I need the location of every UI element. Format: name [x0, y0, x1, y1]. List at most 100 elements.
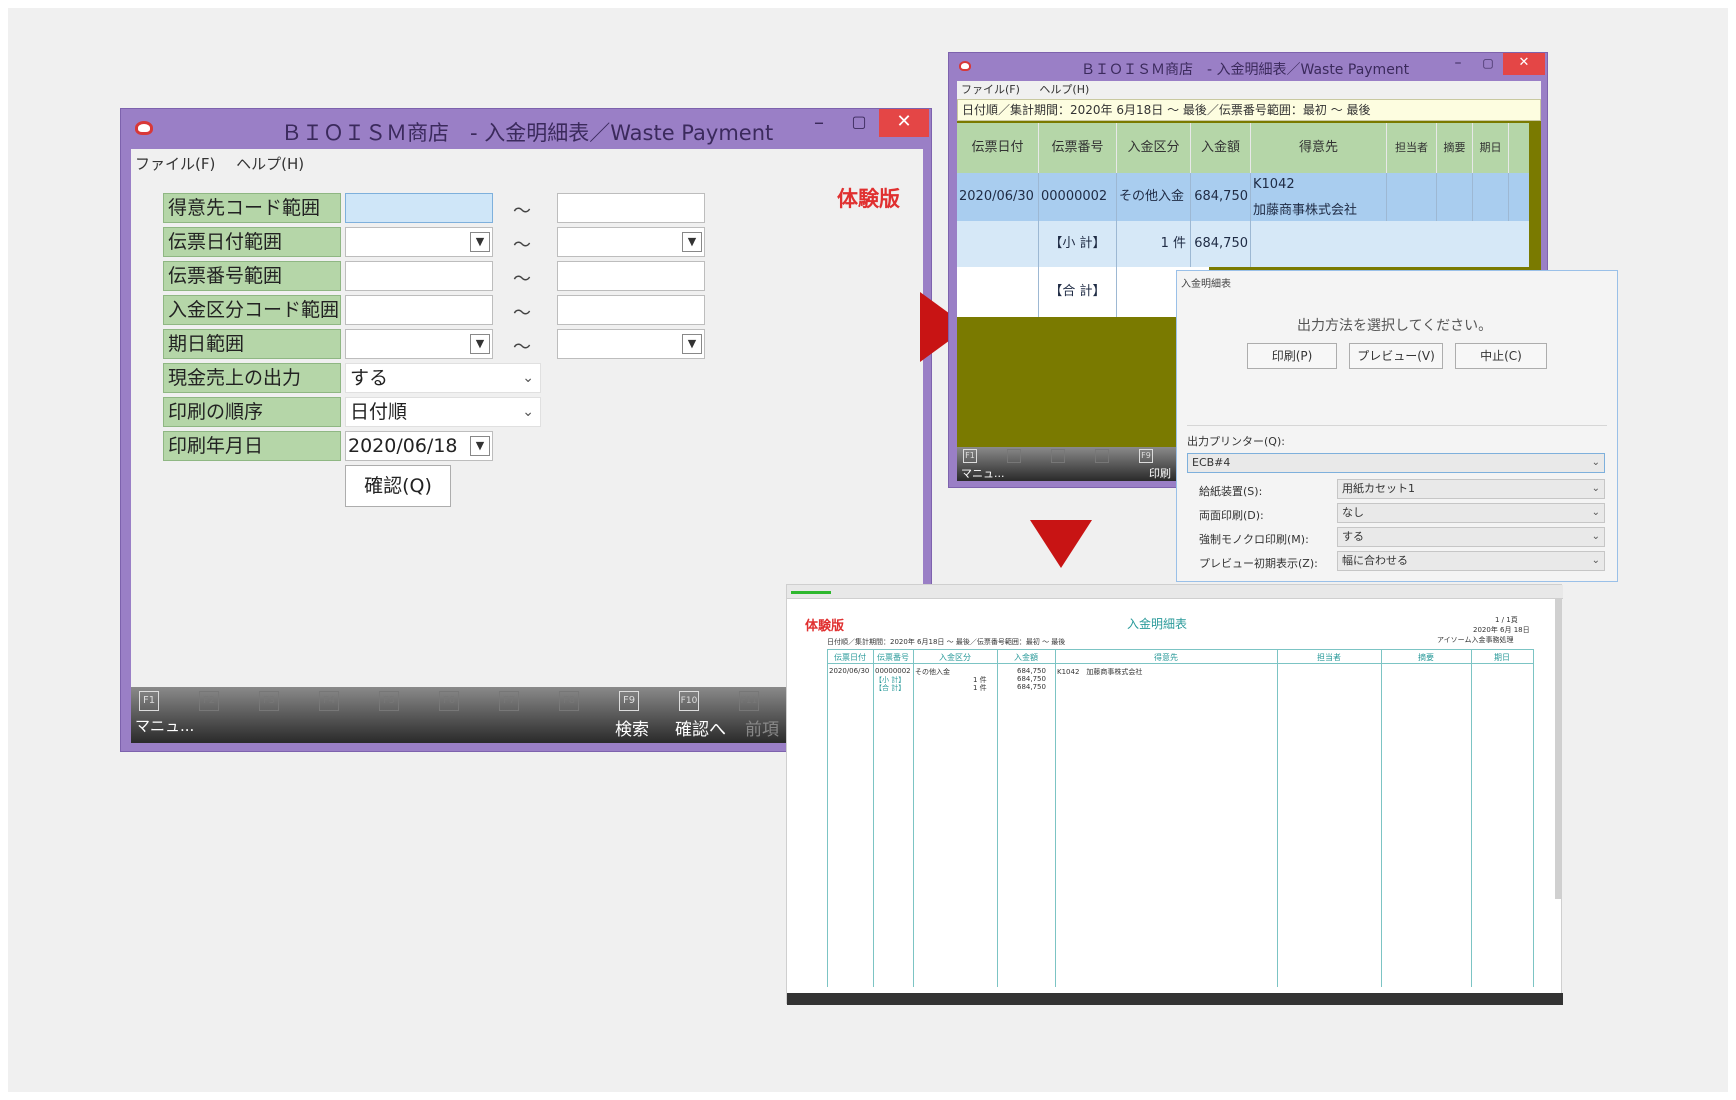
report-col-line [1533, 649, 1534, 987]
col-header-customer[interactable]: 得意先 [1251, 123, 1387, 173]
customer-code-to-input[interactable] [557, 193, 705, 223]
report-condition: 日付順／集計期間：2020年 6月18日 ～ 最後／伝票番号範囲：最初 ～ 最後 [827, 638, 1066, 646]
print-date-input[interactable]: 2020/06/18 ▼ [345, 431, 493, 461]
f9-key[interactable]: F9 [619, 691, 639, 711]
paper-source-select[interactable]: 用紙カセット1 ⌄ [1337, 479, 1605, 499]
f9-caption-print[interactable]: 印刷 [1149, 465, 1171, 481]
slip-date-to-input[interactable]: ▼ [557, 227, 705, 257]
minimize-button[interactable]: – [1443, 53, 1473, 75]
preview-zoom-select[interactable]: 幅に合わせる ⌄ [1337, 551, 1605, 571]
f7-key[interactable]: F7 [499, 691, 519, 711]
chevron-down-icon: ⌄ [522, 370, 534, 386]
due-date-to-input[interactable]: ▼ [557, 329, 705, 359]
f2-key[interactable]: F2 [199, 691, 219, 711]
chevron-down-icon[interactable]: ▼ [470, 334, 490, 354]
col-header-payment-category[interactable]: 入金区分 [1117, 123, 1191, 173]
payment-category-from-input[interactable] [345, 295, 493, 325]
cell-due-date [1473, 173, 1509, 221]
f11-key[interactable]: F11 [739, 691, 759, 711]
close-button[interactable]: ✕ [1503, 53, 1545, 75]
f5-key[interactable]: F5 [379, 691, 399, 711]
col-header-slip-date[interactable]: 伝票日付 [957, 123, 1039, 173]
minimize-button[interactable]: – [799, 109, 839, 137]
col-header-slip-number[interactable]: 伝票番号 [1039, 123, 1117, 173]
f10-key[interactable]: F10 [679, 691, 699, 711]
cash-sales-output-select[interactable]: する ⌄ [345, 363, 541, 393]
col-header-memo[interactable]: 摘要 [1437, 123, 1473, 173]
label-print-order: 印刷の順序 [163, 397, 341, 427]
f11-caption-previous[interactable]: 前項 [745, 715, 779, 740]
f1-key[interactable]: F1 [963, 449, 977, 463]
chevron-down-icon[interactable]: ▼ [682, 334, 702, 354]
report-title: 入金明細表 [1127, 617, 1188, 631]
col-header-amount[interactable]: 入金額 [1191, 123, 1251, 173]
chevron-down-icon: ⌄ [1591, 531, 1600, 542]
customer-code-from-input[interactable] [345, 193, 493, 223]
f8-key[interactable]: F8 [559, 691, 579, 711]
print-order-select[interactable]: 日付順 ⌄ [345, 397, 541, 427]
report-col-line [1277, 649, 1278, 987]
duplex-select[interactable]: なし ⌄ [1337, 503, 1605, 523]
col-header-due-date[interactable]: 期日 [1473, 123, 1509, 173]
menu-file[interactable]: ファイル(F) [961, 83, 1020, 96]
chevron-down-icon[interactable]: ▼ [682, 232, 702, 252]
cell-slip-date: 2020/06/30 [957, 173, 1039, 221]
table-row[interactable]: 【小 計】 1 件 684,750 [957, 221, 1529, 267]
cell-payment-category: その他入金 [1117, 173, 1191, 221]
chevron-down-icon: ⌄ [1591, 507, 1600, 518]
chevron-down-icon[interactable]: ▼ [470, 436, 490, 456]
report-col-line [827, 649, 828, 987]
due-date-from-input[interactable]: ▼ [345, 329, 493, 359]
chevron-down-icon: ⌄ [1591, 483, 1600, 494]
chevron-down-icon: ⌄ [522, 404, 534, 420]
report-company: アイソーム入金事務処理 [1437, 636, 1514, 644]
report-col-due-date: 期日 [1494, 653, 1510, 662]
menu-help[interactable]: ヘルプ(H) [236, 155, 304, 173]
confirm-button[interactable]: 確認(Q) [345, 465, 451, 507]
menu-help[interactable]: ヘルプ(H) [1039, 83, 1089, 96]
label-payment-category-range: 入金区分コード範囲 [163, 295, 341, 325]
f9-caption-search[interactable]: 検索 [615, 715, 649, 740]
f1-caption[interactable]: マニュ... [135, 715, 194, 736]
cancel-button[interactable]: 中止(C) [1455, 343, 1547, 369]
f3-key[interactable]: F3 [259, 691, 279, 711]
grid-window-titlebar[interactable]: ＢＩＯＩＳＭ商店 - 入金明細表／Waste Payment – ▢ ✕ [949, 53, 1547, 81]
col-header-staff[interactable]: 担当者 [1387, 123, 1437, 173]
slip-number-from-input[interactable] [345, 261, 493, 291]
report-col-line [1381, 649, 1382, 987]
report-row-number: 00000002 [875, 667, 911, 675]
report-col-line [1055, 649, 1056, 987]
menu-file[interactable]: ファイル(F) [135, 155, 215, 173]
maximize-button[interactable]: ▢ [839, 109, 879, 137]
confirm-button-label: 確認(Q) [364, 475, 432, 497]
label-slip-date-range: 伝票日付範囲 [163, 227, 341, 257]
f9-key[interactable]: F9 [1139, 449, 1153, 463]
slip-date-from-input[interactable]: ▼ [345, 227, 493, 257]
f1-key[interactable]: F1 [139, 691, 159, 711]
slip-number-to-input[interactable] [557, 261, 705, 291]
print-order-value: 日付順 [350, 401, 408, 423]
report-col-memo: 摘要 [1418, 653, 1434, 662]
cash-sales-output-value: する [350, 367, 389, 389]
printer-select[interactable]: ECB#4 ⌄ [1187, 453, 1605, 473]
report-page: 1 / 1頁 [1495, 616, 1518, 624]
f1-caption[interactable]: マニュ... [961, 465, 1005, 481]
f6-key[interactable]: F6 [439, 691, 459, 711]
report-col-line [1471, 649, 1472, 987]
preview-button[interactable]: プレビュー(V) [1349, 343, 1443, 369]
f10-caption-to-confirm[interactable]: 確認へ [675, 715, 726, 740]
print-dialog: 入金明細表 出力方法を選択してください。 印刷(P) プレビュー(V) 中止(C… [1176, 270, 1618, 582]
table-row[interactable]: 2020/06/30 00000002 その他入金 684,750 K1042 … [957, 173, 1529, 221]
search-window-title: ＢＩＯＩＳＭ商店 - 入金明細表／Waste Payment [281, 121, 774, 145]
f4-key[interactable]: F4 [319, 691, 339, 711]
table-row[interactable]: 【合 計】 [957, 267, 1209, 317]
maximize-button[interactable]: ▢ [1473, 53, 1503, 75]
close-button[interactable]: ✕ [879, 109, 929, 137]
payment-category-to-input[interactable] [557, 295, 705, 325]
label-customer-code-range: 得意先コード範囲 [163, 193, 341, 223]
monochrome-select[interactable]: する ⌄ [1337, 527, 1605, 547]
chevron-down-icon[interactable]: ▼ [470, 232, 490, 252]
preview-scrollbar[interactable] [1555, 599, 1561, 899]
print-button[interactable]: 印刷(P) [1247, 343, 1337, 369]
search-window-titlebar[interactable]: ＢＩＯＩＳＭ商店 - 入金明細表／Waste Payment – ▢ ✕ [121, 109, 931, 149]
